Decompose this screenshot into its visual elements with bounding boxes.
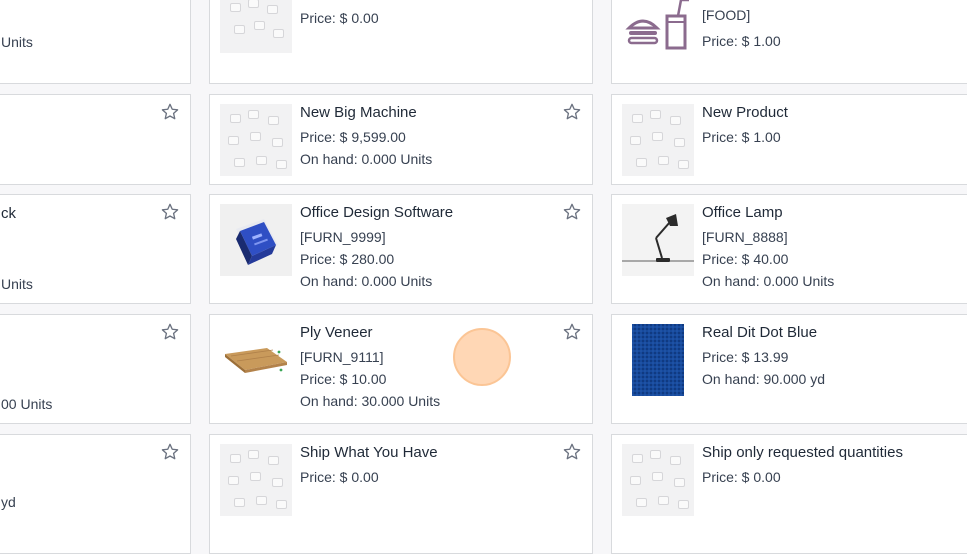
product-ref: [FURN_9111] [300,349,384,365]
product-price: Price: $ 280.00 [300,251,395,267]
burger-drink-icon [622,0,694,55]
star-icon[interactable] [562,202,582,222]
star-icon[interactable] [160,322,180,342]
product-card-left-1[interactable]: Units [0,0,191,84]
product-card-left-3[interactable]: ck Units [0,194,191,304]
product-card-left-4[interactable]: 00 Units [0,314,191,424]
product-name: New Big Machine [300,104,417,121]
product-price: Price: $ 9,599.00 [300,129,406,145]
star-icon[interactable] [160,102,180,122]
product-card[interactable]: Office Design Software [FURN_9999] Price… [209,194,593,304]
star-icon[interactable] [562,442,582,462]
product-name: New Product [702,104,788,121]
product-price: Price: $ 0.00 [300,10,379,26]
product-card-left-2[interactable] [0,94,191,185]
cursor-click-indicator [453,328,511,386]
product-price: Price: $ 0.00 [300,469,379,485]
product-card[interactable]: Office Lamp [FURN_8888] Price: $ 40.00 O… [611,194,967,304]
star-icon[interactable] [160,442,180,462]
product-name: Office Lamp [702,204,783,221]
product-card[interactable]: Real Dit Dot Blue Price: $ 13.99 On hand… [611,314,967,424]
product-card[interactable]: New Big Machine Price: $ 9,599.00 On han… [209,94,593,185]
star-icon[interactable] [562,102,582,122]
onhand-fragment: Units [1,276,33,292]
product-name-fragment: ck [1,205,16,222]
product-price: Price: $ 0.00 [702,469,781,485]
product-onhand: On hand: 0.000 Units [300,151,433,167]
product-card[interactable]: Price: $ 0.00 [209,0,593,84]
product-price: Price: $ 1.00 [702,33,781,49]
product-ref: [FOOD] [702,7,751,23]
placeholder-image [220,444,292,516]
product-card[interactable]: Ship only requested quantities Price: $ … [611,434,967,554]
desk-lamp-image [622,204,694,276]
onhand-fragment: yd [1,494,16,510]
product-onhand: On hand: 30.000 Units [300,393,441,409]
product-card[interactable]: Ship What You Have Price: $ 0.00 [209,434,593,554]
product-ref: [FURN_8888] [702,229,788,245]
product-price: Price: $ 40.00 [702,251,789,267]
onhand-fragment: 00 Units [1,396,53,412]
placeholder-image [220,0,292,53]
product-card[interactable]: New Product Price: $ 1.00 [611,94,967,185]
product-onhand: On hand: 90.000 yd [702,371,825,387]
veneer-sheet-image [220,324,292,396]
product-name: Real Dit Dot Blue [702,324,818,341]
product-card[interactable]: [FOOD] Price: $ 1.00 [611,0,967,84]
product-card[interactable]: Ply Veneer [FURN_9111] Price: $ 10.00 On… [209,314,593,424]
product-price: Price: $ 13.99 [702,349,789,365]
blue-fabric-image [622,324,694,396]
placeholder-image [622,104,694,176]
placeholder-image [220,104,292,176]
product-name: Ship only requested quantities [702,444,903,461]
product-price: Price: $ 1.00 [702,129,781,145]
onhand-fragment: Units [1,34,33,50]
placeholder-image [622,444,694,516]
product-price: Price: $ 10.00 [300,371,387,387]
product-name: Ply Veneer [300,324,373,341]
product-onhand: On hand: 0.000 Units [300,273,433,289]
software-box-image [220,204,292,276]
star-icon[interactable] [160,202,180,222]
star-icon[interactable] [562,322,582,342]
product-ref: [FURN_9999] [300,229,386,245]
product-name: Ship What You Have [300,444,438,461]
product-card-left-5[interactable]: yd [0,434,191,554]
product-name: Office Design Software [300,204,454,221]
product-onhand: On hand: 0.000 Units [702,273,835,289]
